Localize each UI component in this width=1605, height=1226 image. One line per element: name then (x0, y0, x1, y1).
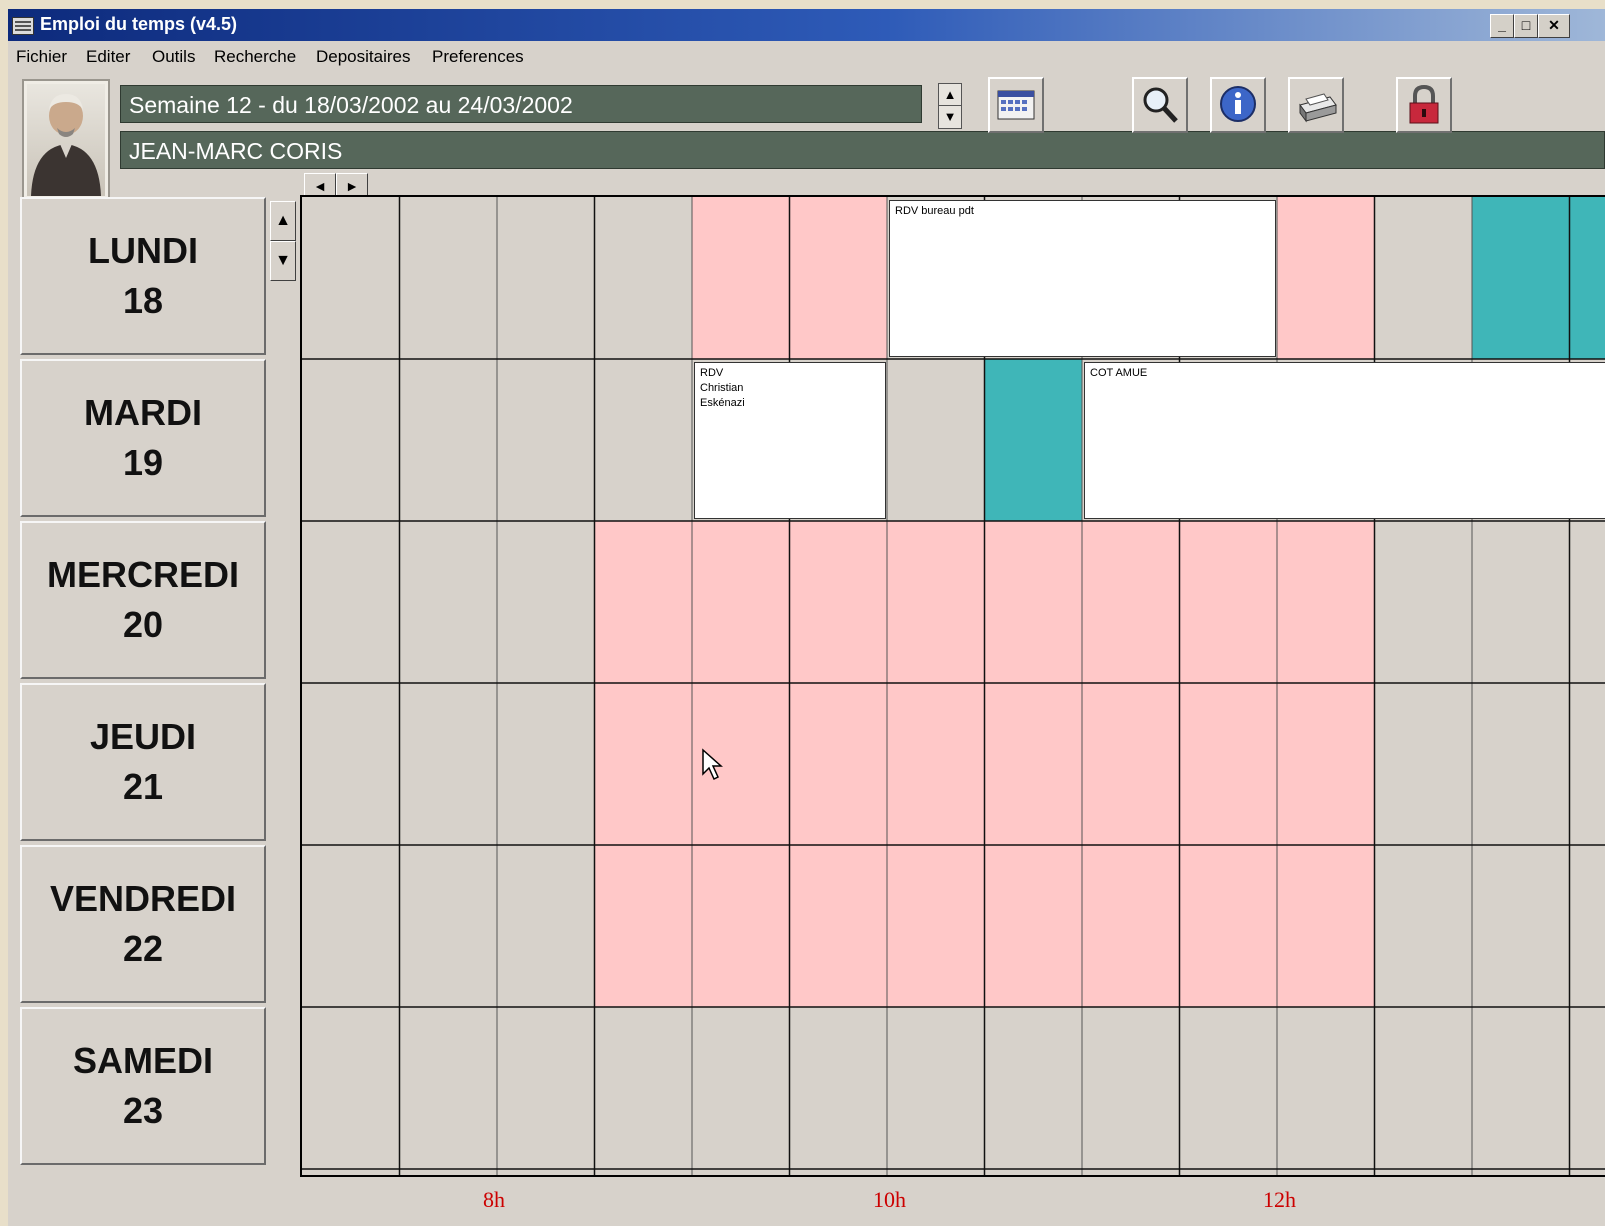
day-button-jeudi[interactable]: JEUDI 21 (20, 683, 266, 841)
person-name: JEAN-MARC CORIS (120, 131, 1605, 169)
menu-recherche[interactable]: Recherche (214, 47, 296, 67)
day-date: 23 (122, 1090, 164, 1131)
search-icon (1143, 87, 1178, 123)
availability-block-teal (984, 359, 1082, 521)
time-label: 10h (873, 1187, 906, 1212)
day-name: LUNDI (88, 230, 198, 271)
appointment-block[interactable]: RDV Christian Eskénazi (694, 362, 886, 519)
week-down-button[interactable]: ▼ (938, 105, 962, 129)
appointment-block[interactable]: RDV bureau pdt (889, 200, 1276, 357)
time-label: 8h (483, 1187, 505, 1212)
menu-preferences[interactable]: Preferences (432, 47, 524, 67)
day-date: 22 (122, 928, 164, 969)
schedule-grid[interactable]: RDV bureau pdtPoitiers ARPCRDVChristianE… (300, 195, 1605, 1177)
calendar-icon (997, 90, 1035, 120)
calendar-button[interactable] (988, 77, 1044, 133)
printer-icon (1299, 93, 1337, 123)
app-window: Emploi du temps (v4.5) _ □ ✕ Fichier Edi… (8, 9, 1605, 1226)
menu-fichier[interactable]: Fichier (16, 47, 67, 67)
minimize-button[interactable]: _ (1490, 14, 1514, 38)
info-icon (1220, 86, 1256, 122)
maximize-button[interactable]: □ (1514, 14, 1538, 38)
app-icon (12, 17, 34, 35)
user-photo-frame (22, 79, 110, 201)
close-button[interactable]: ✕ (1538, 14, 1570, 38)
print-button[interactable] (1288, 77, 1344, 133)
scroll-down-button[interactable]: ▼ (270, 241, 296, 281)
day-date: 20 (122, 604, 164, 645)
day-name: JEUDI (89, 716, 197, 757)
time-axis: 8h10h12h14h16h18h2 (300, 1175, 1605, 1226)
scroll-up-button[interactable]: ▲ (270, 201, 296, 241)
appointment-text: RDV bureau pdt (895, 205, 974, 217)
availability-block-teal (1472, 197, 1605, 359)
day-date: 21 (122, 766, 164, 807)
appointment-text: Christian (700, 382, 744, 394)
menu-depositaires[interactable]: Depositaires (316, 47, 411, 67)
lock-icon (1409, 84, 1439, 124)
day-button-lundi[interactable]: LUNDI 18 (20, 197, 266, 355)
week-selector: Semaine 12 - du 18/03/2002 au 24/03/2002 (120, 85, 922, 123)
menu-outils[interactable]: Outils (152, 47, 195, 67)
time-label: 12h (1263, 1187, 1296, 1212)
day-button-mercredi[interactable]: MERCREDI 20 (20, 521, 266, 679)
week-up-button[interactable]: ▲ (938, 83, 962, 107)
day-button-vendredi[interactable]: VENDREDI 22 (20, 845, 266, 1003)
appointment-text: RDV (700, 367, 724, 379)
info-button[interactable] (1210, 77, 1266, 133)
lock-button[interactable] (1396, 77, 1452, 133)
title-bar: Emploi du temps (v4.5) _ □ ✕ (8, 9, 1605, 41)
day-name: MERCREDI (46, 554, 239, 595)
day-button-samedi[interactable]: SAMEDI 23 (20, 1007, 266, 1165)
availability-block-pink (1277, 197, 1375, 359)
mouse-cursor-icon (702, 748, 723, 781)
appointment-text: COT AMUE (1090, 367, 1148, 379)
appointment-block[interactable]: COT AMUE (1084, 362, 1605, 519)
day-date: 18 (122, 280, 164, 321)
day-name: MARDI (84, 392, 202, 433)
day-button-mardi[interactable]: MARDI 19 (20, 359, 266, 517)
search-button[interactable] (1132, 77, 1188, 133)
menu-bar: Fichier Editer Outils Recherche Deposita… (8, 43, 1605, 73)
avatar (27, 84, 105, 196)
day-name: SAMEDI (72, 1040, 213, 1081)
appointment-text: Eskénazi (700, 397, 745, 409)
day-name: VENDREDI (49, 878, 237, 919)
window-title: Emploi du temps (v4.5) (40, 14, 238, 34)
menu-editer[interactable]: Editer (86, 47, 130, 67)
day-date: 19 (122, 442, 164, 483)
